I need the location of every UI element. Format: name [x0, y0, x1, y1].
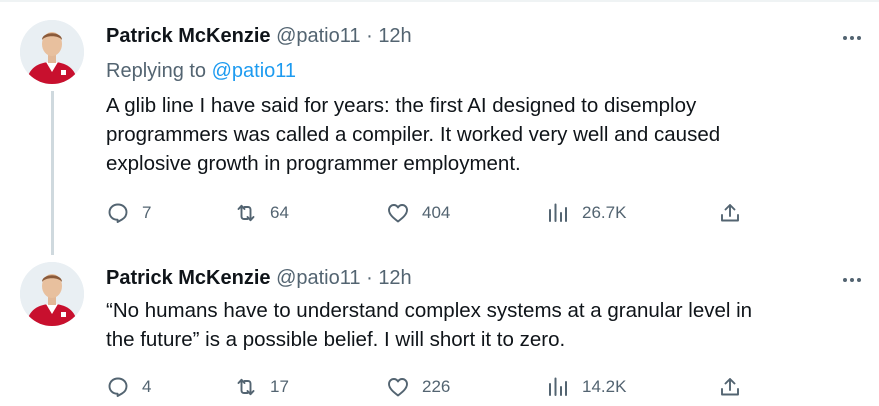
like-button[interactable]: 226 — [386, 374, 450, 400]
tweet-text-line: explosive growth in programmer employmen… — [106, 152, 521, 175]
reply-mention-link[interactable]: @patio11 — [212, 60, 296, 82]
like-icon — [388, 204, 408, 223]
tweet-text-line: A glib line I have said for years: the f… — [106, 94, 697, 117]
reply-icon — [108, 203, 128, 223]
retweet-icon — [237, 204, 255, 222]
like-button[interactable]: 404 — [386, 200, 450, 226]
tweet[interactable]: Patrick McKenzie @patio11 · 12h “No huma… — [0, 262, 879, 406]
avatar[interactable] — [20, 20, 84, 84]
author-name[interactable]: Patrick McKenzie — [106, 25, 271, 47]
tweet-text: A glib line I have said for years: the f… — [106, 91, 846, 178]
more-icon[interactable] — [838, 272, 866, 288]
timestamp[interactable]: 12h — [378, 267, 411, 289]
views-count: 26.7K — [582, 203, 627, 222]
tweet-text-line: “No humans have to understand complex sy… — [106, 299, 753, 322]
like-count: 404 — [422, 203, 451, 222]
reply-icon — [108, 377, 128, 397]
views-icon — [549, 203, 567, 222]
reply-button[interactable]: 4 — [106, 374, 151, 400]
author-handle[interactable]: @patio11 — [276, 25, 360, 47]
share-button[interactable] — [718, 374, 742, 400]
author-name[interactable]: Patrick McKenzie — [106, 267, 271, 289]
views-count: 14.2K — [582, 377, 627, 396]
tweet-text-line: the future” is a possible belief. I will… — [106, 328, 566, 351]
tweet-header: Patrick McKenzie @patio11 · 12h — [106, 267, 412, 290]
retweet-button[interactable]: 17 — [234, 374, 289, 400]
share-button[interactable] — [718, 200, 742, 226]
tweet-header: Patrick McKenzie @patio11 · 12h — [106, 25, 412, 48]
separator-dot: · — [366, 25, 373, 47]
thread-line — [51, 91, 54, 255]
timestamp[interactable]: 12h — [378, 25, 411, 47]
share-icon — [721, 204, 739, 222]
views-button[interactable]: 26.7K — [546, 200, 626, 226]
like-icon — [388, 378, 408, 397]
reply-count: 4 — [142, 377, 152, 396]
reply-count: 7 — [142, 203, 152, 222]
separator-dot: · — [366, 267, 373, 289]
avatar[interactable] — [20, 262, 84, 326]
replying-to: Replying to @patio11 — [106, 60, 296, 83]
views-icon — [549, 377, 567, 396]
action-bar: 4 17 226 14.2K — [106, 374, 766, 400]
replying-to-label: Replying to — [106, 60, 207, 82]
tweet-text-line: programmers was called a compiler. It wo… — [106, 123, 721, 146]
reply-button[interactable]: 7 — [106, 200, 151, 226]
share-icon — [721, 378, 739, 396]
author-handle[interactable]: @patio11 — [276, 267, 360, 289]
top-divider — [0, 0, 879, 2]
retweet-button[interactable]: 64 — [234, 200, 289, 226]
views-button[interactable]: 14.2K — [546, 374, 626, 400]
tweet-text: “No humans have to understand complex sy… — [106, 296, 846, 354]
retweet-count: 64 — [270, 203, 289, 222]
tweet[interactable]: Patrick McKenzie @patio11 · 12h Replying… — [0, 20, 879, 255]
retweet-icon — [237, 378, 255, 396]
avatar-image — [20, 20, 84, 84]
retweet-count: 17 — [270, 377, 289, 396]
action-bar: 7 64 404 26.7K — [106, 200, 766, 226]
more-icon[interactable] — [838, 30, 866, 46]
avatar-image — [20, 262, 84, 326]
like-count: 226 — [422, 377, 451, 396]
